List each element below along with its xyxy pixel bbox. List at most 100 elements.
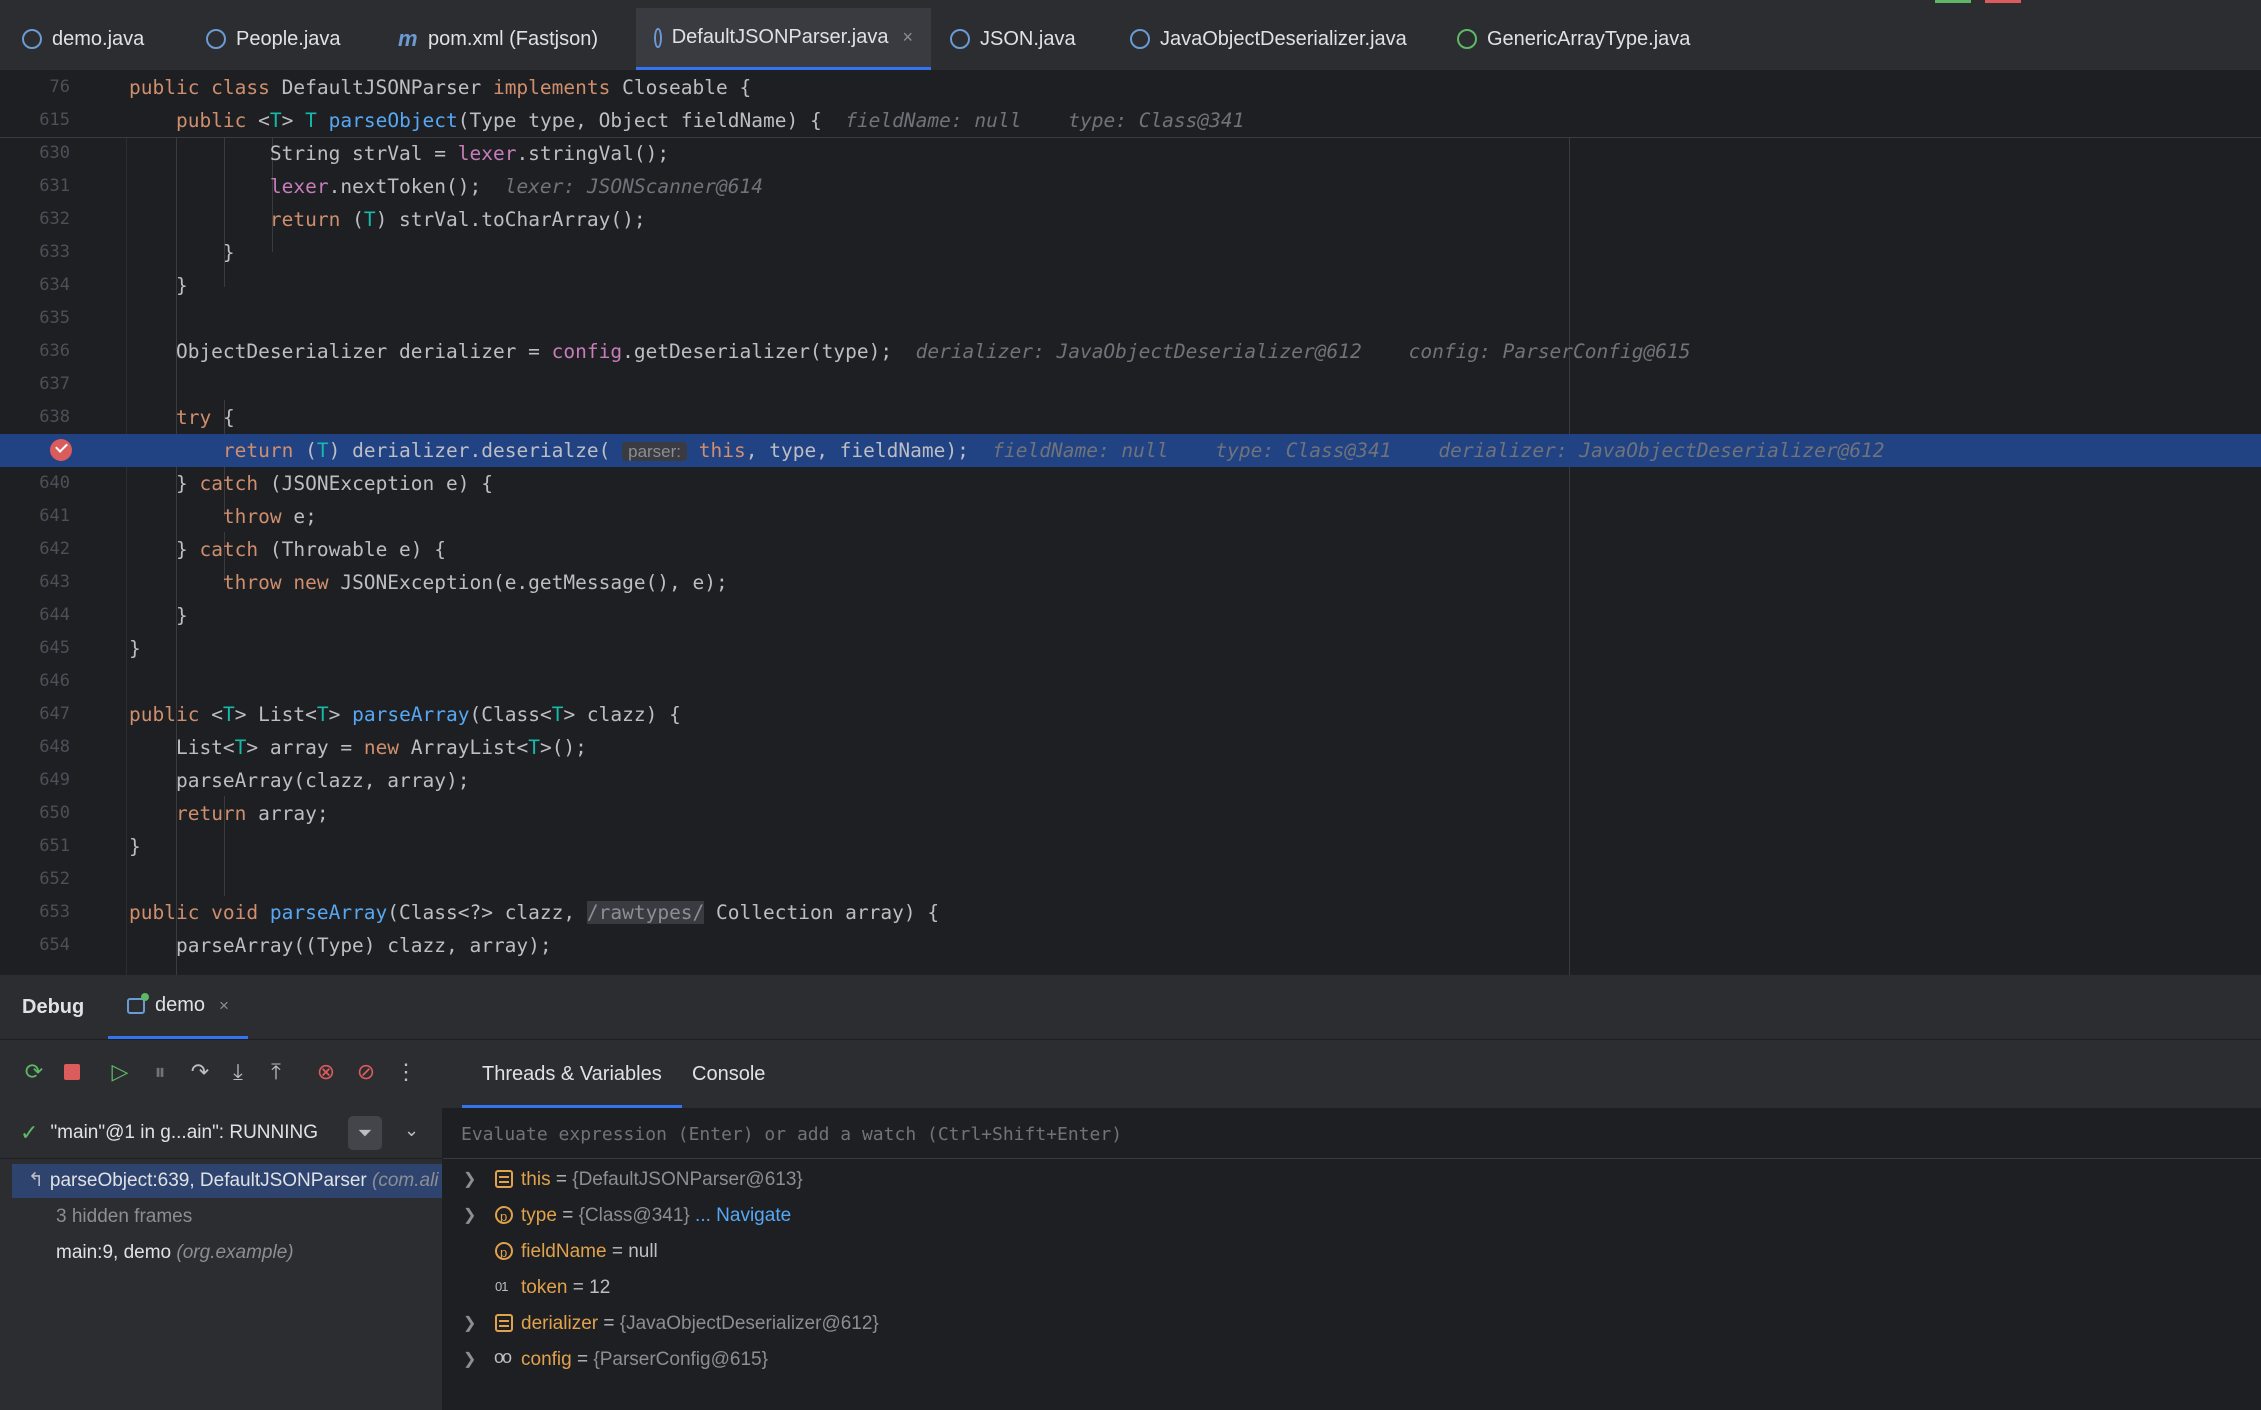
line-number: 634 xyxy=(39,275,70,295)
chevron-right-icon[interactable]: ❯ xyxy=(463,1342,476,1378)
chevron-down-icon[interactable]: ⌄ xyxy=(404,1120,419,1141)
line-number: 637 xyxy=(39,374,70,394)
line-number: 630 xyxy=(39,143,70,163)
debug-title: Debug xyxy=(22,996,85,1018)
pause-icon[interactable]: ⏸ xyxy=(146,1058,174,1086)
mute-breakpoints-icon[interactable]: ⊘ xyxy=(352,1058,380,1086)
code-line: 634 } xyxy=(0,269,2261,302)
code-text: public void parseArray(Class<?> clazz, /… xyxy=(129,901,940,924)
return-arrow-icon: ↰ xyxy=(28,1170,44,1191)
chevron-right-icon[interactable]: ❯ xyxy=(463,1162,476,1198)
code-text: ObjectDeserializer derializer = config.g… xyxy=(129,340,1691,363)
current-execution-line: return (T) derializer.deserialze( parser… xyxy=(0,434,2261,467)
code-line: 653 public void parseArray(Class<?> clazz… xyxy=(0,896,2261,929)
line-number: 635 xyxy=(39,308,70,328)
variable-name: fieldName xyxy=(521,1241,607,1262)
code-line: 615 public <T> T parseObject(Type type, … xyxy=(0,104,2261,137)
line-number: 645 xyxy=(39,638,70,658)
step-into-icon[interactable]: ⤓ xyxy=(224,1058,252,1086)
close-icon[interactable]: × xyxy=(902,27,913,48)
view-breakpoints-icon[interactable]: ⊗ xyxy=(312,1058,340,1086)
code-line: 643 throw new JSONException(e.getMessage… xyxy=(0,566,2261,599)
variable-equals: = xyxy=(598,1313,620,1334)
evaluate-expression-input[interactable] xyxy=(459,1116,2163,1152)
code-text: lexer.nextToken(); lexer: JSONScanner@61… xyxy=(269,175,763,198)
breakpoint-icon[interactable] xyxy=(50,439,72,461)
tab-label: JSON.java xyxy=(980,27,1076,50)
code-text: parseArray(clazz, array); xyxy=(129,769,470,792)
resume-icon[interactable]: ▷ xyxy=(106,1058,134,1086)
close-icon[interactable]: × xyxy=(219,996,229,1016)
thread-selector[interactable]: ✓ "main"@1 in g...ain": RUNNING ⏷ ⌄ xyxy=(0,1108,442,1159)
maven-icon: m xyxy=(398,26,418,51)
tab-label: DefaultJSONParser.java xyxy=(671,26,889,48)
code-text: } xyxy=(129,835,141,858)
tab-pom-xml[interactable]: m pom.xml (Fastjson) xyxy=(398,8,598,70)
debug-session-tab[interactable]: demo × xyxy=(108,975,248,1039)
code-line: 76 public class DefaultJSONParser impleme… xyxy=(0,71,2261,104)
step-over-icon[interactable]: ↷ xyxy=(186,1058,214,1086)
run-config-icon xyxy=(127,992,150,1014)
line-number: 652 xyxy=(39,869,70,889)
watch-icon xyxy=(494,1339,513,1375)
stack-frame[interactable]: main:9, demo (org.example) xyxy=(12,1236,486,1270)
code-line: 645} xyxy=(0,632,2261,665)
stop-icon[interactable] xyxy=(58,1058,86,1086)
code-text: } xyxy=(129,274,188,297)
tab-defaultjsonparser-java[interactable]: DefaultJSONParser.java × xyxy=(636,8,931,70)
variable-value: null xyxy=(628,1241,658,1262)
code-line: 654 parseArray((Type) clazz, array); xyxy=(0,929,2261,962)
chevron-right-icon[interactable]: ❯ xyxy=(463,1306,476,1342)
line-number: 638 xyxy=(39,407,70,427)
sticky-scroll-header: 76 public class DefaultJSONParser impleme… xyxy=(0,71,2261,138)
primitive-icon xyxy=(495,1269,513,1305)
tab-javaobjectdeserializer-java[interactable]: JavaObjectDeserializer.java xyxy=(1130,8,1407,70)
chevron-right-icon[interactable]: ❯ xyxy=(463,1198,476,1234)
line-number: 650 xyxy=(39,803,70,823)
code-line: 644 } xyxy=(0,599,2261,632)
variable-name: type xyxy=(521,1205,557,1226)
code-line: 646 xyxy=(0,665,2261,698)
code-text: String strVal = lexer.stringVal(); xyxy=(129,142,670,165)
variable-name: derializer xyxy=(521,1313,599,1334)
hidden-frames[interactable]: 3 hidden frames xyxy=(12,1200,486,1234)
line-number: 653 xyxy=(39,902,70,922)
frame-method: 3 hidden frames xyxy=(56,1206,193,1227)
frame-package: (com.ali xyxy=(372,1170,439,1191)
frame-package: (org.example) xyxy=(176,1242,294,1263)
variable-value: {JavaObjectDeserializer@612} xyxy=(619,1313,879,1334)
line-number: 633 xyxy=(39,242,70,262)
code-text: } xyxy=(129,241,235,264)
code-line: 636 ObjectDeserializer derializer = conf… xyxy=(0,335,2261,368)
status-indicator-green xyxy=(1935,0,1971,3)
code-text: } xyxy=(129,604,188,627)
code-line: 630 String strVal = lexer.stringVal(); xyxy=(0,137,2261,170)
line-number: 641 xyxy=(39,506,70,526)
tab-json-java[interactable]: JSON.java xyxy=(950,8,1076,70)
code-text: throw new JSONException(e.getMessage(), … xyxy=(222,571,728,594)
step-out-icon[interactable]: ⤒ xyxy=(262,1058,290,1086)
class-icon xyxy=(654,27,662,48)
class-icon xyxy=(206,29,226,49)
rerun-icon[interactable]: ⟳ xyxy=(20,1058,48,1086)
tab-demo-java[interactable]: demo.java xyxy=(22,8,144,70)
code-editor[interactable]: 76 public class DefaultJSONParser impleme… xyxy=(0,71,2261,975)
tab-threads-variables[interactable]: Threads & Variables xyxy=(462,1040,682,1108)
line-number: 76 xyxy=(49,77,70,97)
code-line: 651} xyxy=(0,830,2261,863)
evaluate-expression-bar xyxy=(443,1108,2261,1159)
filter-icon[interactable]: ⏷ xyxy=(348,1116,382,1150)
debug-subtabs: Threads & Variables Console xyxy=(442,1040,2261,1109)
tab-people-java[interactable]: People.java xyxy=(206,8,341,70)
code-text: List<T> array = new ArrayList<T>(); xyxy=(129,736,587,759)
navigate-link[interactable]: ... Navigate xyxy=(690,1205,791,1226)
more-options-icon[interactable]: ⋮ xyxy=(392,1058,420,1086)
line-number: 648 xyxy=(39,737,70,757)
line-number: 615 xyxy=(39,110,70,130)
line-number: 642 xyxy=(39,539,70,559)
parameter-icon xyxy=(495,1199,513,1235)
tab-console[interactable]: Console xyxy=(672,1040,785,1108)
stack-frame[interactable]: ↰ parseObject:639, DefaultJSONParser (com… xyxy=(12,1164,442,1198)
tab-genericarraytype-java[interactable]: GenericArrayType.java xyxy=(1457,8,1731,70)
code-line: 650 return array; xyxy=(0,797,2261,830)
